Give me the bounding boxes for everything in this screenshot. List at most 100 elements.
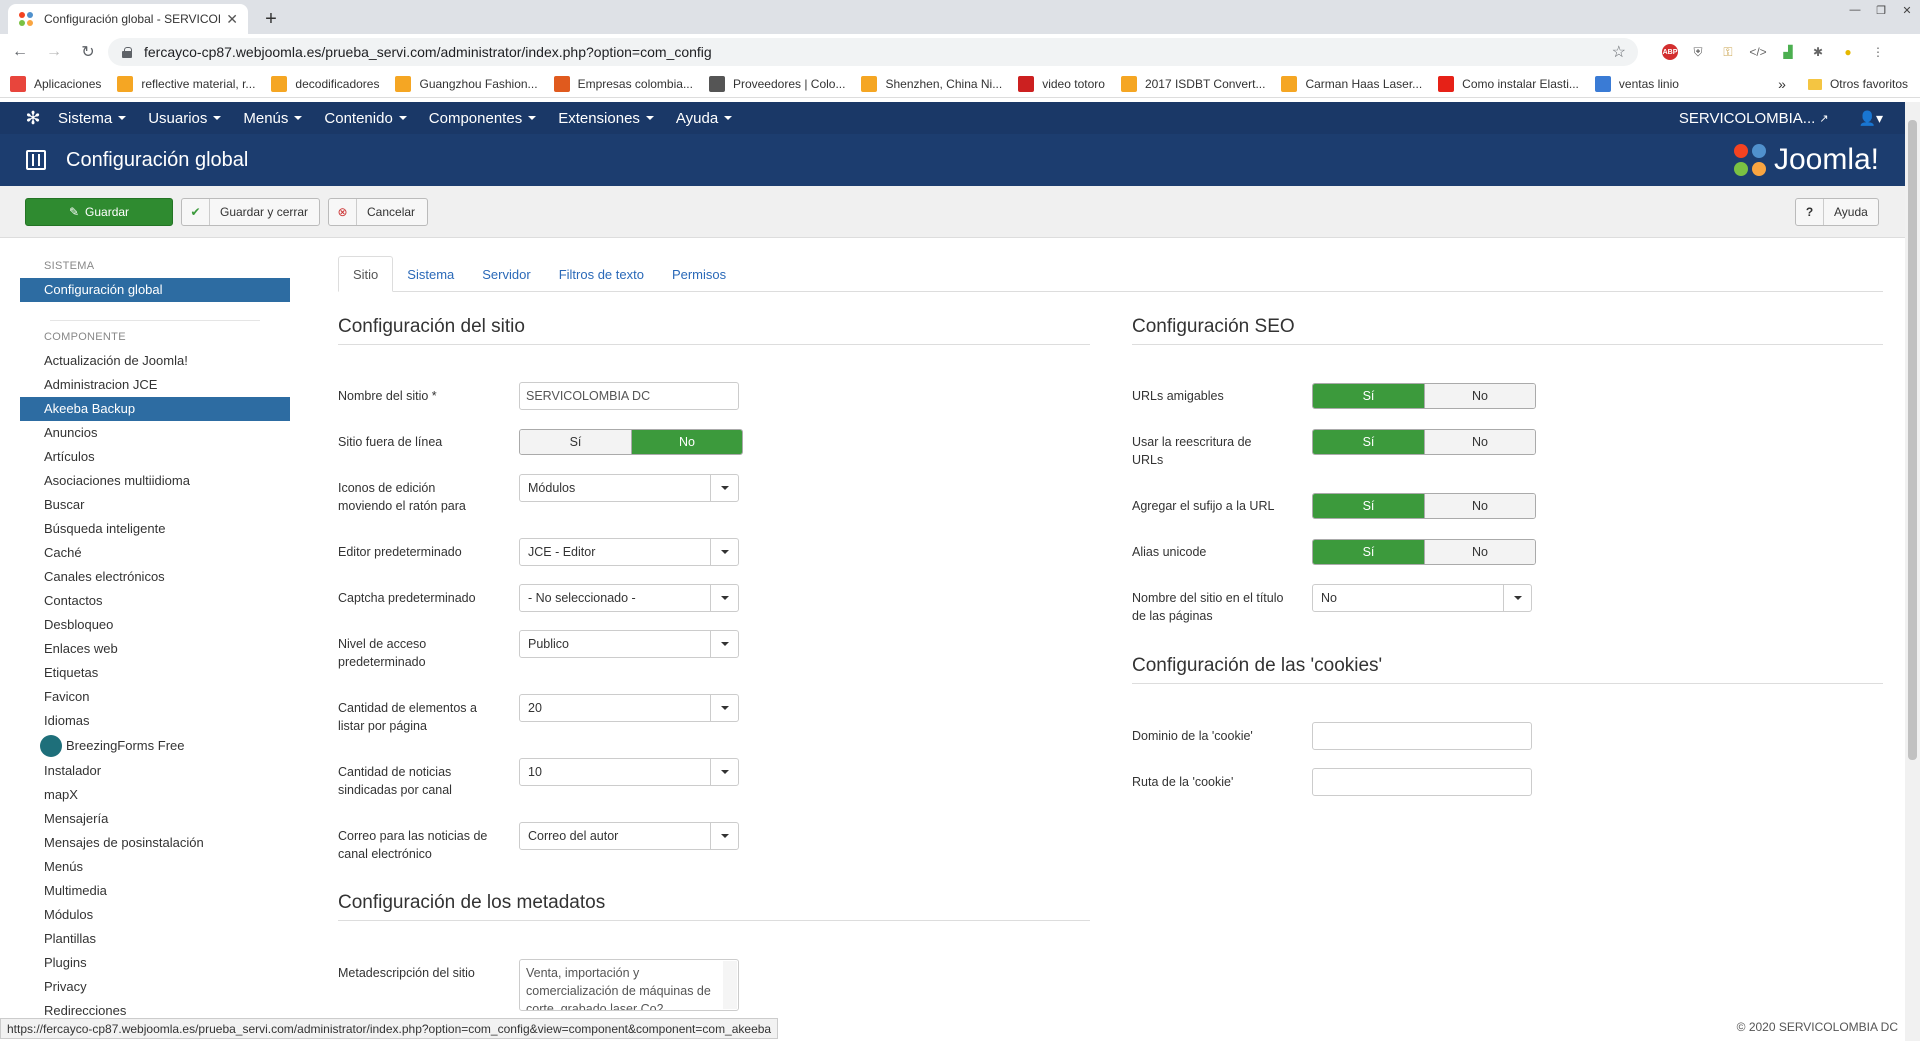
sidebar-item-component[interactable]: Actualización de Joomla! <box>20 349 290 373</box>
menu-usuarios[interactable]: Usuarios <box>148 110 221 127</box>
cookie-path-input[interactable] <box>1312 768 1532 796</box>
sidebar-item-component[interactable]: Buscar <box>20 493 290 517</box>
rewrite-yes-button[interactable]: Sí <box>1313 430 1424 454</box>
meta-desc-textarea[interactable]: Venta, importación y comercialización de… <box>519 959 739 1011</box>
save-close-button[interactable]: ✔ Guardar y cerrar <box>181 198 320 226</box>
menu-menus[interactable]: Menús <box>243 110 302 127</box>
sidebar-item-component[interactable]: Canales electrónicos <box>20 565 290 589</box>
sidebar-item-component[interactable]: Desbloqueo <box>20 613 290 637</box>
menu-extensiones[interactable]: Extensiones <box>558 110 654 127</box>
tab-sistema[interactable]: Sistema <box>393 256 468 292</box>
sef-no-button[interactable]: No <box>1424 384 1535 408</box>
joomla-logo-icon[interactable]: ✻ <box>22 107 44 129</box>
chart-icon[interactable]: ▟ <box>1778 43 1798 61</box>
sidebar-item-component[interactable]: Privacy <box>20 975 290 999</box>
restore-icon[interactable]: ❐ <box>1868 0 1894 20</box>
close-window-icon[interactable]: ✕ <box>1894 0 1920 20</box>
adblock-icon[interactable]: ABP <box>1662 44 1678 60</box>
sidebar-item-component[interactable]: Instalador <box>20 759 290 783</box>
site-name-link[interactable]: SERVICOLOMBIA... <box>1679 110 1815 127</box>
editor-select[interactable]: JCE - Editor <box>519 538 739 566</box>
tab-sitio[interactable]: Sitio <box>338 256 394 292</box>
shield-icon[interactable]: ⛨ <box>1688 43 1708 61</box>
minimize-icon[interactable]: — <box>1842 0 1868 20</box>
sidebar-item-component[interactable]: Menús <box>20 855 290 879</box>
user-menu-icon[interactable]: 👤▾ <box>1859 110 1883 127</box>
site-name-input[interactable]: SERVICOLOMBIA DC <box>519 382 739 410</box>
sidebar-item-component[interactable]: Mensajes de posinstalación <box>20 831 290 855</box>
list-limit-select[interactable]: 20 <box>519 694 739 722</box>
offline-no-button[interactable]: No <box>631 430 742 454</box>
suffix-yes-button[interactable]: Sí <box>1313 494 1424 518</box>
sidebar-item-component[interactable]: Anuncios <box>20 421 290 445</box>
access-select[interactable]: Publico <box>519 630 739 658</box>
menu-componentes[interactable]: Componentes <box>429 110 536 127</box>
bookmark-item[interactable]: Aplicaciones <box>10 75 101 92</box>
feed-limit-select[interactable]: 10 <box>519 758 739 786</box>
bookmark-star-icon[interactable]: ☆ <box>1612 42 1626 62</box>
bookmark-item[interactable]: reflective material, r... <box>117 75 255 92</box>
key-icon[interactable]: ⚿ <box>1718 43 1738 61</box>
sidebar-item-component[interactable]: BreezingForms Free <box>20 733 290 759</box>
sidebar-item-component[interactable]: Etiquetas <box>20 661 290 685</box>
menu-ayuda[interactable]: Ayuda <box>676 110 732 127</box>
sidebar-item-component[interactable]: Multimedia <box>20 879 290 903</box>
sidebar-item-component[interactable]: Asociaciones multiidioma <box>20 469 290 493</box>
offline-yes-button[interactable]: Sí <box>520 430 631 454</box>
profile-icon[interactable]: ● <box>1838 43 1858 61</box>
bookmark-item[interactable]: ventas linio <box>1594 75 1679 92</box>
new-tab-button[interactable]: + <box>258 6 284 32</box>
sidebar-item-component[interactable]: Caché <box>20 541 290 565</box>
save-button[interactable]: ✎ Guardar <box>25 198 173 226</box>
more-bookmarks-icon[interactable]: » <box>1778 76 1786 92</box>
back-icon[interactable]: ← <box>6 38 34 66</box>
browser-tab[interactable]: Configuración global - SERVICOL ✕ <box>8 4 248 34</box>
bookmark-item[interactable]: Empresas colombia... <box>553 75 693 92</box>
code-icon[interactable]: </> <box>1748 43 1768 61</box>
bookmark-item[interactable]: 2017 ISDBT Convert... <box>1120 75 1265 92</box>
close-tab-icon[interactable]: ✕ <box>226 11 238 28</box>
cookie-domain-input[interactable] <box>1312 722 1532 750</box>
tab-filtros-de-texto[interactable]: Filtros de texto <box>545 256 658 292</box>
address-bar[interactable]: fercayco-cp87.webjoomla.es/prueba_servi.… <box>108 38 1638 66</box>
bookmark-item[interactable]: Carman Haas Laser... <box>1281 75 1422 92</box>
unicode-yes-button[interactable]: Sí <box>1313 540 1424 564</box>
help-button[interactable]: ? Ayuda <box>1795 198 1879 226</box>
sidebar-item-component[interactable]: Administracion JCE <box>20 373 290 397</box>
sidebar-item-component[interactable]: Plantillas <box>20 927 290 951</box>
textarea-scrollbar[interactable] <box>723 961 737 1009</box>
other-favorites[interactable]: Otros favoritos <box>1830 77 1908 91</box>
scrollbar-thumb[interactable] <box>1908 120 1917 760</box>
tab-servidor[interactable]: Servidor <box>468 256 544 292</box>
edit-icons-select[interactable]: Módulos <box>519 474 739 502</box>
sef-yes-button[interactable]: Sí <box>1313 384 1424 408</box>
sidebar-item-global-config[interactable]: Configuración global <box>20 278 290 302</box>
unicode-no-button[interactable]: No <box>1424 540 1535 564</box>
sidebar-item-component[interactable]: Búsqueda inteligente <box>20 517 290 541</box>
forward-icon[interactable]: → <box>40 38 68 66</box>
sidebar-item-component[interactable]: Mensajería <box>20 807 290 831</box>
bookmark-item[interactable]: decodificadores <box>271 75 379 92</box>
bookmark-item[interactable]: Shenzhen, China Ni... <box>861 75 1002 92</box>
sidebar-item-component[interactable]: mapX <box>20 783 290 807</box>
menu-contenido[interactable]: Contenido <box>324 110 406 127</box>
bookmark-item[interactable]: Como instalar Elasti... <box>1438 75 1579 92</box>
sidebar-item-component[interactable]: Enlaces web <box>20 637 290 661</box>
sidebar-item-component[interactable]: Akeeba Backup <box>20 397 290 421</box>
sidebar-item-component[interactable]: Módulos <box>20 903 290 927</box>
puzzle-icon[interactable]: ✱ <box>1808 43 1828 61</box>
page-scrollbar[interactable] <box>1905 102 1920 1041</box>
sidebar-item-component[interactable]: Contactos <box>20 589 290 613</box>
feed-email-select[interactable]: Correo del autor <box>519 822 739 850</box>
bookmark-item[interactable]: Guangzhou Fashion... <box>395 75 538 92</box>
sidebar-item-component[interactable]: Idiomas <box>20 709 290 733</box>
sitename-pages-select[interactable]: No <box>1312 584 1532 612</box>
rewrite-no-button[interactable]: No <box>1424 430 1535 454</box>
cancel-button[interactable]: ⊗ Cancelar <box>328 198 428 226</box>
tab-permisos[interactable]: Permisos <box>658 256 740 292</box>
sidebar-item-component[interactable]: Plugins <box>20 951 290 975</box>
bookmark-item[interactable]: video totoro <box>1018 75 1105 92</box>
captcha-select[interactable]: - No seleccionado - <box>519 584 739 612</box>
bookmark-item[interactable]: Proveedores | Colo... <box>708 75 845 92</box>
reload-icon[interactable]: ↻ <box>74 38 102 66</box>
